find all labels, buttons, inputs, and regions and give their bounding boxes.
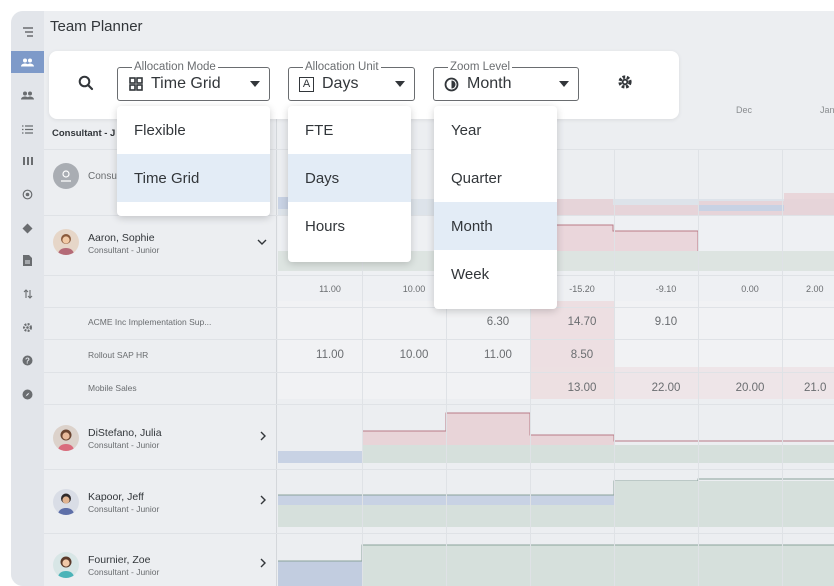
zoom-level-legend: Zoom Level — [448, 60, 513, 74]
caret-down-icon — [250, 81, 260, 87]
people-icon[interactable] — [11, 84, 44, 106]
person-name[interactable]: Fournier, Zoe — [88, 554, 150, 566]
person-name[interactable]: Aaron, Sophie — [88, 232, 155, 244]
summary-cell: 0.00 — [741, 284, 759, 294]
transfer-icon[interactable] — [11, 283, 44, 305]
row-divider — [44, 339, 834, 340]
row-divider — [44, 372, 834, 373]
menu-item-month[interactable]: Month — [434, 202, 557, 250]
svg-text:?: ? — [25, 356, 30, 365]
chevron-right-icon[interactable] — [259, 493, 267, 508]
zoom-level-menu: Year Quarter Month Week — [434, 106, 557, 309]
search-icon[interactable] — [77, 74, 95, 92]
allocation-mode-legend: Allocation Mode — [132, 60, 218, 74]
summary-cell: 11.00 — [319, 284, 341, 294]
menu-item-flexible[interactable]: Flexible — [117, 106, 270, 154]
allocation-cell[interactable]: 22.00 — [624, 382, 708, 394]
allocation-unit-select[interactable]: Allocation Unit A Days — [288, 60, 415, 101]
help-icon[interactable]: ? — [11, 349, 44, 371]
menu-item-year[interactable]: Year — [434, 106, 557, 154]
allocation-unit-legend: Allocation Unit — [303, 60, 381, 74]
person-role: Consultant - Junior — [88, 440, 160, 450]
allocation-cell[interactable]: 8.50 — [540, 349, 624, 361]
zoom-level-value: Month — [467, 75, 512, 92]
team-icon[interactable] — [11, 51, 44, 73]
row-divider — [44, 404, 834, 405]
allocation-cell[interactable]: 13.00 — [540, 382, 624, 394]
allocation-cell[interactable]: 10.00 — [372, 349, 456, 361]
menu-item-days[interactable]: Days — [288, 154, 411, 202]
diamond-icon[interactable] — [11, 217, 44, 239]
bar-chart-icon[interactable] — [11, 149, 44, 171]
row-divider — [44, 469, 834, 470]
allocation-mode-select[interactable]: Allocation Mode Time Grid — [117, 60, 270, 101]
allocation-unit-value: Days — [322, 75, 359, 92]
menu-item-week[interactable]: Week — [434, 250, 557, 298]
avatar — [53, 489, 79, 515]
allocation-cell[interactable]: 9.10 — [624, 316, 708, 328]
avatar — [53, 229, 79, 255]
menu-item-fte[interactable]: FTE — [288, 106, 411, 154]
half-circle-icon — [444, 77, 459, 92]
sub-row-label: ACME Inc Implementation Sup... — [88, 317, 212, 327]
chevron-right-icon[interactable] — [259, 429, 267, 444]
gear-icon[interactable] — [616, 73, 634, 91]
chevron-right-icon[interactable] — [259, 556, 267, 571]
grid-icon — [128, 77, 143, 92]
app-title: Team Planner — [50, 18, 143, 35]
person-role: Consultant - Junior — [88, 504, 160, 514]
menu-icon[interactable] — [11, 21, 44, 43]
letter-a-glyph: A — [302, 78, 311, 90]
summary-cell: 2.00 — [806, 284, 824, 294]
row-divider — [44, 533, 834, 534]
allocation-cell[interactable]: 11.00 — [288, 349, 372, 361]
allocation-unit-menu: FTE Days Hours — [288, 106, 411, 262]
side-rail: ? — [11, 11, 44, 586]
menu-item-hours[interactable]: Hours — [288, 202, 411, 250]
allocation-cell[interactable]: 20.00 — [708, 382, 792, 394]
column-header-consultant: Consultant - J — [52, 128, 116, 139]
avatar — [53, 425, 79, 451]
avatar — [53, 552, 79, 578]
person-name[interactable]: Kapoor, Jeff — [88, 491, 144, 503]
person-name[interactable]: Consu — [88, 171, 117, 182]
document-icon[interactable] — [11, 249, 44, 271]
app-window: ? Team Planner Dec Jan Consultant - J Co… — [11, 11, 834, 586]
settings-icon[interactable] — [11, 316, 44, 338]
person-role: Consultant - Junior — [88, 567, 160, 577]
letter-a-icon: A — [299, 76, 314, 92]
allocation-mode-value: Time Grid — [151, 75, 221, 92]
menu-item-quarter[interactable]: Quarter — [434, 154, 557, 202]
avatar — [53, 163, 79, 189]
month-header-dec: Dec — [736, 105, 753, 115]
compass-icon[interactable] — [11, 383, 44, 405]
chevron-down-icon[interactable] — [257, 234, 267, 249]
allocation-cell[interactable]: 11.00 — [456, 349, 540, 361]
summary-cell: -9.10 — [655, 284, 677, 294]
person-name[interactable]: DiStefano, Julia — [88, 427, 162, 439]
sub-row-label: Mobile Sales — [88, 383, 137, 393]
allocation-cell[interactable]: 21.0 — [792, 382, 834, 394]
zoom-level-select[interactable]: Zoom Level Month — [433, 60, 579, 101]
caret-down-icon — [395, 81, 405, 87]
target-icon[interactable] — [11, 183, 44, 205]
allocation-mode-menu: Flexible Time Grid — [117, 106, 270, 216]
menu-item-time-grid[interactable]: Time Grid — [117, 154, 270, 202]
allocation-cell[interactable]: 6.30 — [456, 316, 540, 328]
month-header-jan: Jan — [820, 105, 834, 115]
person-role: Consultant - Junior — [88, 245, 160, 255]
sub-row-label: Rollout SAP HR — [88, 350, 149, 360]
allocation-cell[interactable]: 14.70 — [540, 316, 624, 328]
list-icon[interactable] — [11, 118, 44, 140]
caret-down-icon — [559, 81, 569, 87]
